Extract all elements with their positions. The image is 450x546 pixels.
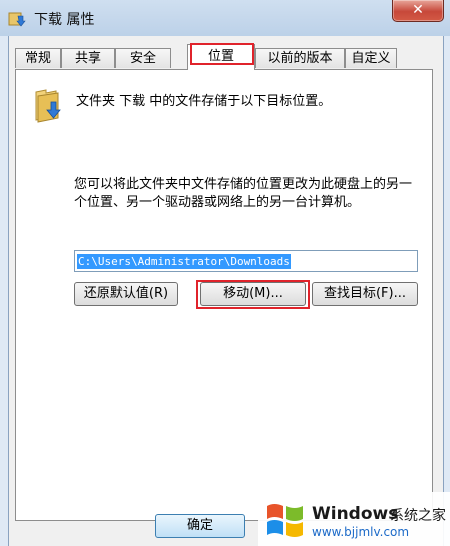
folder-download-icon bbox=[8, 12, 26, 27]
move-button-highlight bbox=[196, 280, 310, 309]
watermark-brand: Windows bbox=[312, 504, 399, 524]
title-bar[interactable]: 下载 属性 ✕ bbox=[0, 0, 450, 36]
find-target-button[interactable]: 查找目标(F)... bbox=[312, 282, 418, 306]
tab-customize[interactable]: 自定义 bbox=[345, 48, 397, 68]
location-info-text: 您可以将此文件夹中文件存储的位置更改为此硬盘上的另一个位置、另一个驱动器或网络上… bbox=[74, 177, 413, 210]
ok-button[interactable]: 确定 bbox=[155, 514, 245, 538]
properties-window: 下载 属性 ✕ 常规 共享 安全 位置 以前的版本 自定义 文件夹 下载 中的文… bbox=[0, 0, 450, 546]
dialog-body: 常规 共享 安全 位置 以前的版本 自定义 文件夹 下载 中的文件存储于以下目标… bbox=[8, 36, 444, 546]
window-title: 下载 属性 bbox=[34, 12, 95, 28]
location-description: 文件夹 下载 中的文件存储于以下目标位置。 bbox=[76, 94, 332, 109]
windows-logo-icon bbox=[267, 504, 303, 537]
path-input[interactable]: C:\Users\Administrator\Downloads bbox=[74, 250, 418, 272]
folder-download-icon bbox=[35, 89, 61, 123]
tab-sharing[interactable]: 共享 bbox=[61, 48, 115, 68]
tab-general[interactable]: 常规 bbox=[15, 48, 61, 68]
location-tab-highlight bbox=[190, 43, 254, 65]
tab-security[interactable]: 安全 bbox=[115, 48, 171, 68]
watermark-brand-cn: 系统之家 bbox=[390, 508, 446, 524]
location-panel: 文件夹 下载 中的文件存储于以下目标位置。 您可以将此文件夹中文件存储的位置更改… bbox=[15, 69, 433, 521]
watermark: Windows 系统之家 www.bjjmlv.com bbox=[258, 492, 450, 546]
path-value: C:\Users\Administrator\Downloads bbox=[77, 254, 291, 269]
restore-default-button[interactable]: 还原默认值(R) bbox=[74, 282, 178, 306]
close-button[interactable]: ✕ bbox=[392, 0, 444, 22]
tab-previous-versions[interactable]: 以前的版本 bbox=[255, 48, 345, 68]
watermark-url: www.bjjmlv.com bbox=[312, 525, 410, 539]
